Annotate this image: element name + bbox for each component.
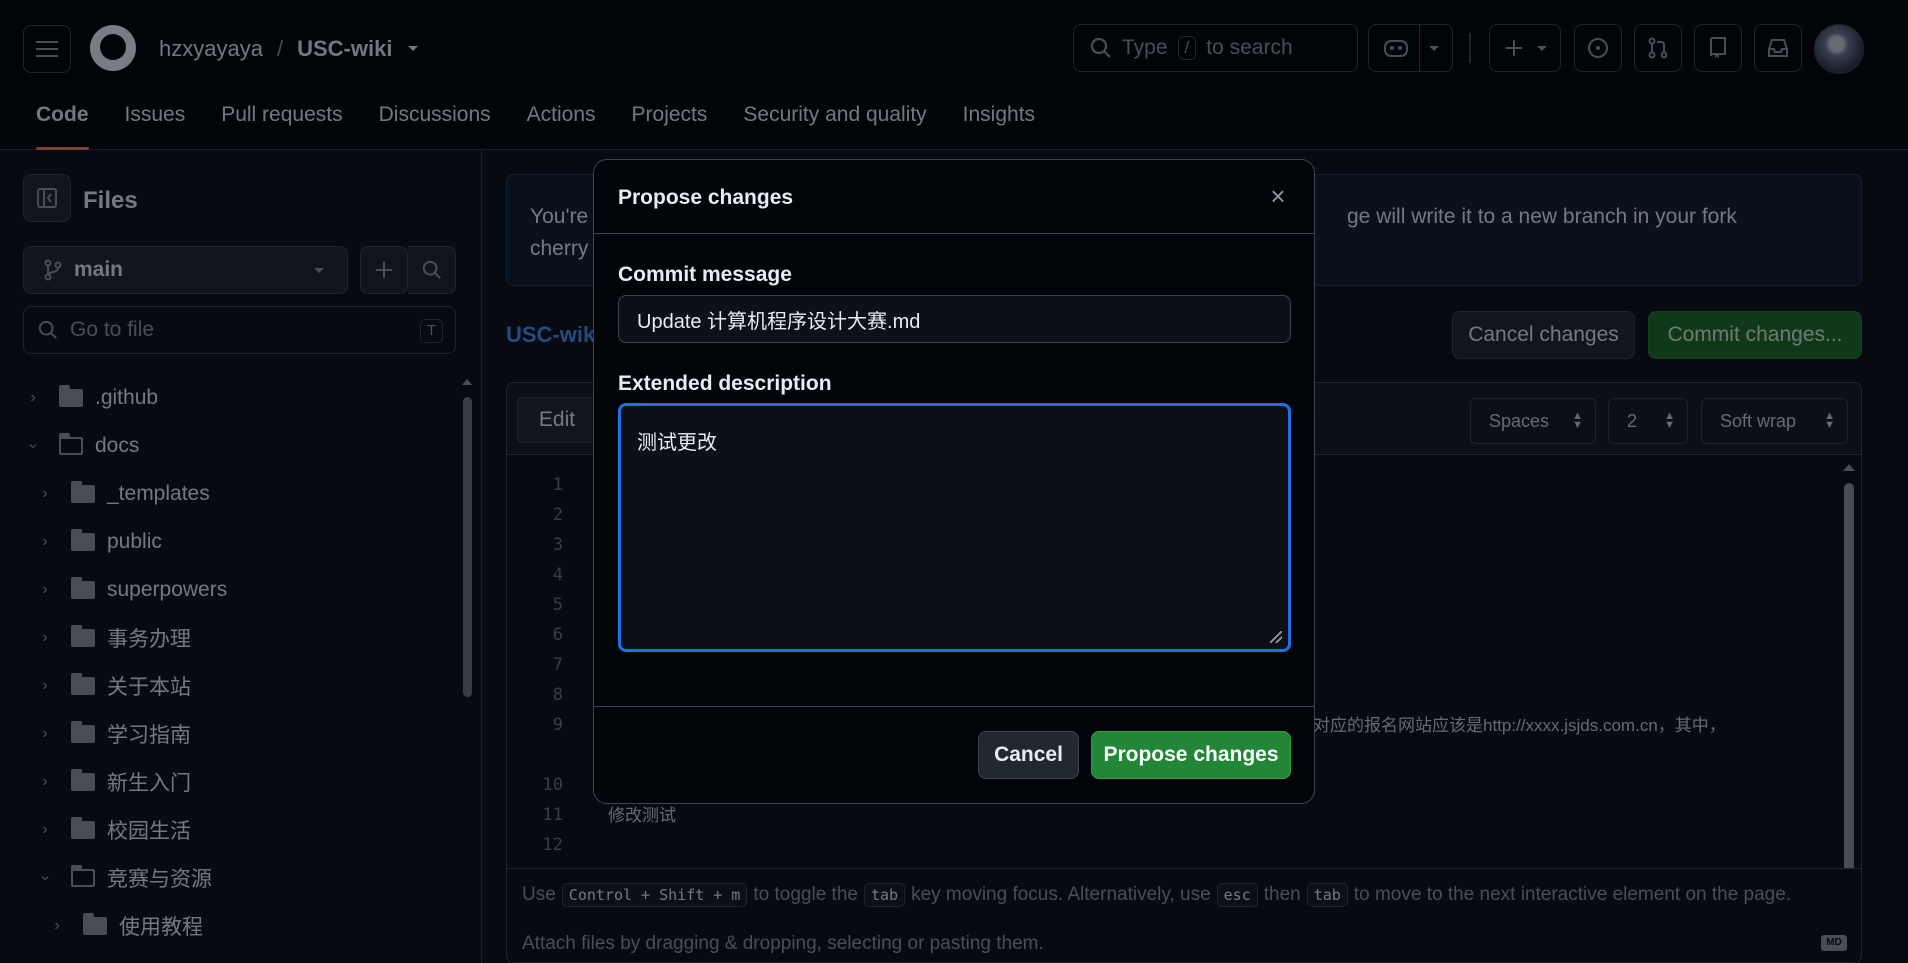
dialog-title: Propose changes [618, 186, 794, 209]
extended-description-textarea[interactable]: 测试更改 [618, 403, 1291, 652]
extended-description-label: Extended description [618, 372, 832, 395]
commit-message-label: Commit message [618, 263, 792, 286]
cancel-button[interactable]: Cancel [978, 731, 1079, 779]
propose-changes-button[interactable]: Propose changes [1091, 731, 1291, 779]
close-icon[interactable]: × [1264, 182, 1292, 210]
resize-handle-icon[interactable] [1270, 631, 1282, 643]
dialog-header: Propose changes × [594, 160, 1314, 234]
extended-description-value: 测试更改 [637, 432, 717, 454]
commit-message-input[interactable]: Update 计算机程序设计大赛.md [618, 295, 1291, 343]
propose-changes-dialog: Propose changes × Commit message Update … [593, 159, 1315, 804]
dialog-footer: Cancel Propose changes [594, 706, 1314, 803]
commit-message-value: Update 计算机程序设计大赛.md [637, 310, 921, 333]
